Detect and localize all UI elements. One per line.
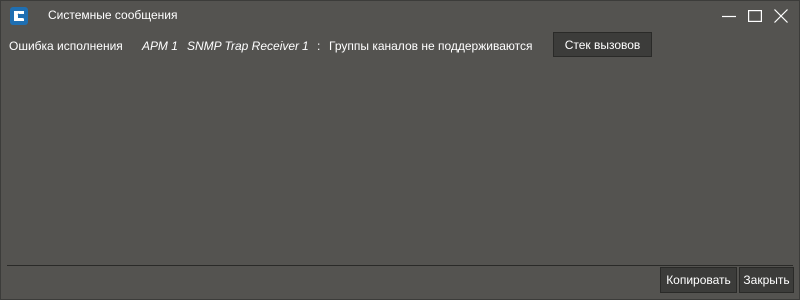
close-icon (774, 9, 788, 23)
system-messages-window: Системные сообщения Ошибка исполнения АР… (0, 0, 800, 300)
maximize-button[interactable] (742, 1, 768, 31)
window-title: Системные сообщения (48, 8, 178, 22)
copy-button[interactable]: Копировать (660, 267, 737, 293)
message-separator: : (317, 39, 321, 53)
message-number: 1 (302, 39, 309, 53)
message-type: Ошибка исполнения (9, 39, 123, 53)
title-bar[interactable]: Системные сообщения (1, 1, 799, 31)
call-stack-button[interactable]: Стек вызовов (553, 32, 652, 57)
message-list[interactable]: Ошибка исполнения АРМ 1 SNMP Trap Receiv… (7, 31, 793, 266)
message-module: SNMP Trap Receiver (187, 39, 300, 53)
app-logo-icon (10, 7, 28, 25)
message-workstation: АРМ 1 (142, 39, 178, 53)
message-text: Группы каналов не поддерживаются (329, 39, 533, 53)
maximize-icon (748, 9, 762, 23)
close-window-button[interactable] (768, 1, 794, 31)
minimize-icon (722, 9, 736, 23)
minimize-button[interactable] (716, 1, 742, 31)
close-button[interactable]: Закрыть (739, 267, 794, 293)
